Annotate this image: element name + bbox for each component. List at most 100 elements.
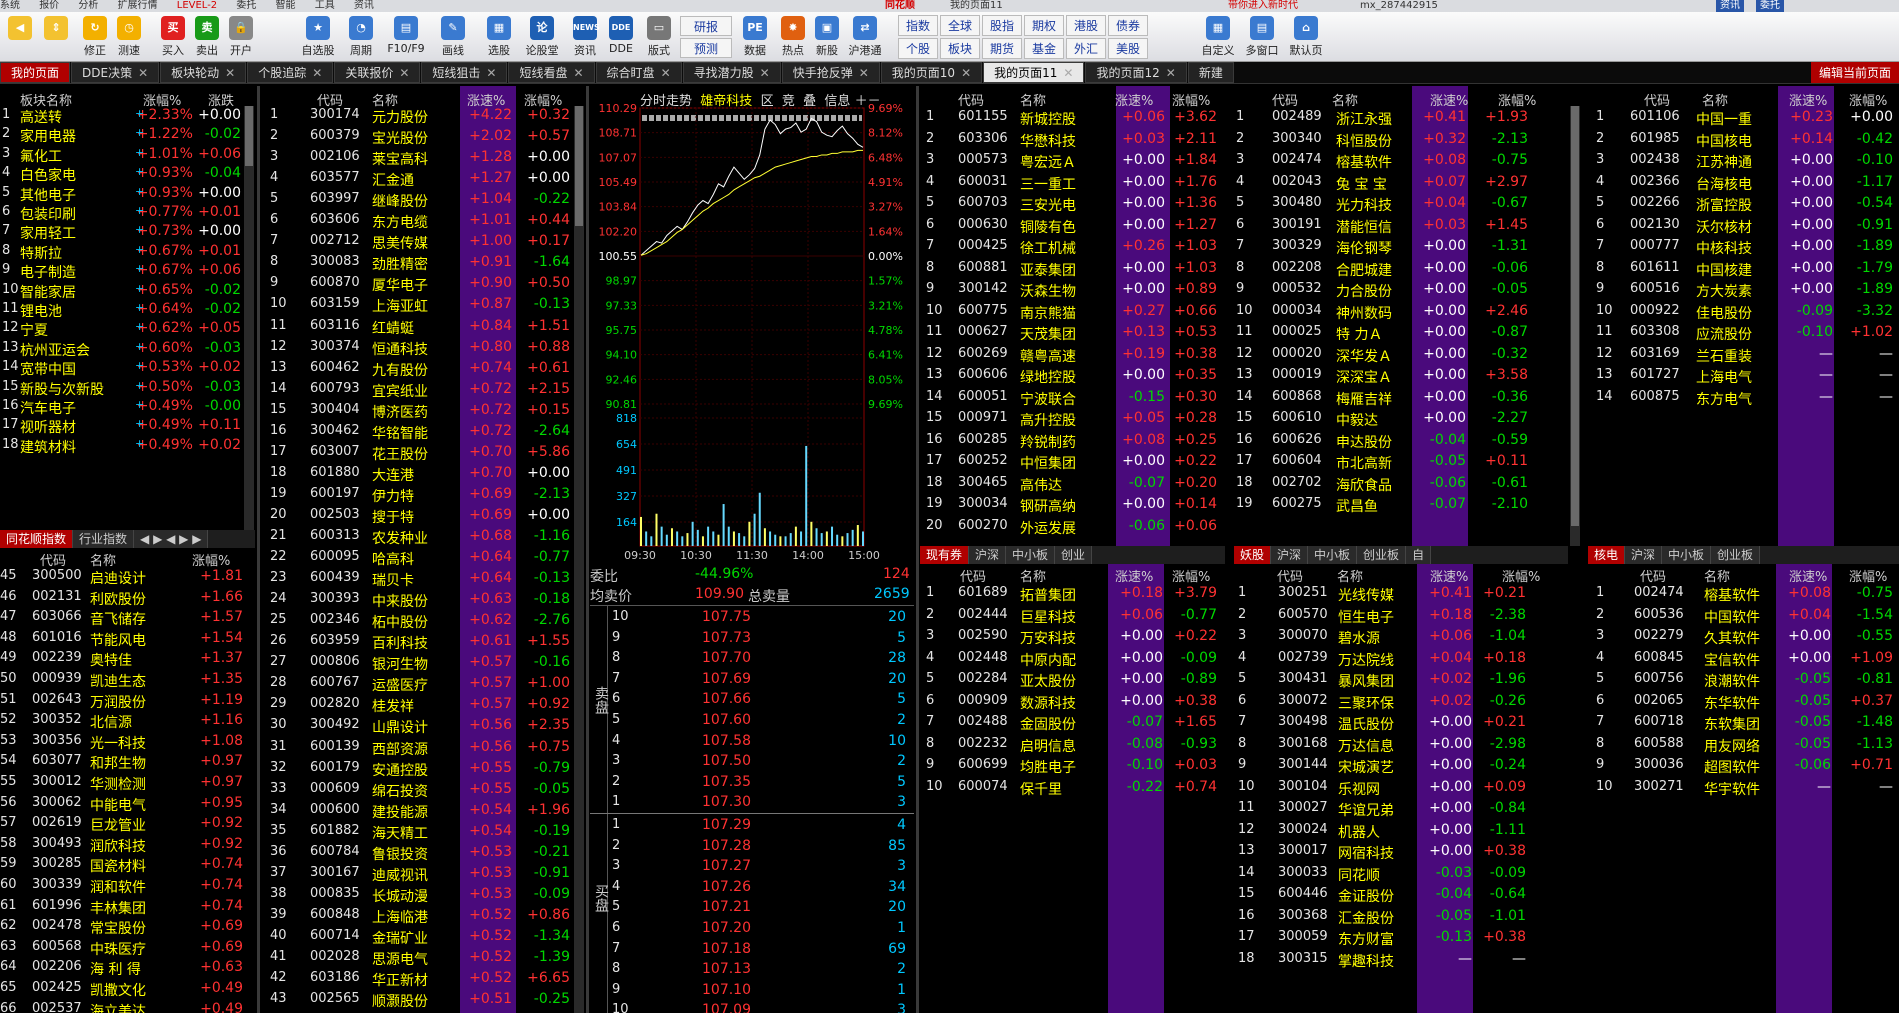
news-button[interactable]: NEWS 资讯 [568,14,602,60]
table-row[interactable]: 10 000034 神州数码 +0.00 +2.46 [1232,302,1568,323]
close-icon[interactable]: ✕ [1166,66,1176,80]
table-row[interactable]: 3 002106 莱宝高科 +1.28 +0.00 [262,148,580,169]
page-scroll-button[interactable]: ⇕ [40,14,72,60]
table-row[interactable]: 12 000020 深华发Ａ +0.00 -0.32 [1232,345,1568,366]
table-row[interactable]: 28 600767 运盛医疗 +0.57 +1.00 [262,674,580,695]
order-book-row[interactable]: 6 107.66 5 [610,690,910,711]
table-row[interactable]: 5 其他电子 +0.93% +0.00 + [0,184,255,205]
menu-item-7[interactable]: 工具 [315,0,335,12]
table-row[interactable]: 3 000573 粤宏远Ａ +0.00 +1.84 [920,151,1225,172]
edit-page-button[interactable]: 编辑当前页面 [1810,62,1899,83]
table-row[interactable]: 63 600568 中珠医疗 +0.69 [0,938,255,959]
quick-global[interactable]: 全球 [940,15,980,36]
table-row[interactable]: 54 603077 和邦生物 +0.97 [0,752,255,773]
col-speed[interactable]: 涨速% [1115,90,1153,109]
expand-icon[interactable]: + [135,320,144,333]
col-change-pct[interactable]: 涨幅% [1849,566,1887,585]
menu-item-6[interactable]: 智能 [276,0,296,12]
new-stock-button[interactable]: ▣ 新股 [810,14,844,60]
table-row[interactable]: 46 002131 利欧股份 +1.66 [0,588,255,609]
order-book-row[interactable]: 5 107.60 2 [610,711,910,732]
table-row[interactable]: 40 600714 金瑞矿业 +0.52 -1.34 [262,927,580,948]
table-row[interactable]: 14 600875 东方电气 — — [1584,388,1899,409]
col-name[interactable]: 名称 [1020,90,1046,109]
col-speed[interactable]: 涨速% [1789,90,1827,109]
table-row[interactable]: 8 002232 启明信息 -0.08 -0.93 [920,735,1225,756]
table-row[interactable]: 17 600252 中恒集团 +0.00 +0.22 [920,452,1225,473]
table-row[interactable]: 10 智能家居 +0.65% -0.02 + [0,281,255,302]
table-row[interactable]: 37 300167 迪威视讯 +0.53 -0.91 [262,864,580,885]
table-row[interactable]: 4 600031 三一重工 +0.00 +1.76 [920,173,1225,194]
table-row[interactable]: 1 300174 元力股份 +4.22 +0.32 [262,106,580,127]
table-row[interactable]: 1 601689 拓普集团 +0.18 +3.79 [920,584,1225,605]
table-row[interactable]: 12 300024 机器人 +0.00 -1.11 [1232,821,1582,842]
table-row[interactable]: 9 600516 方大炭素 +0.00 -1.89 [1584,280,1899,301]
table-row[interactable]: 11 000627 天茂集团 +0.13 +0.53 [920,323,1225,344]
table-row[interactable]: 9 电子制造 +0.67% +0.06 + [0,261,255,282]
table-row[interactable]: 16 300368 汇金股份 -0.05 -1.01 [1232,907,1582,928]
table-row[interactable]: 14 300033 同花顺 -0.03 -0.09 [1232,864,1582,885]
custom-button[interactable]: ▦ 自定义 [1198,14,1238,60]
table-row[interactable]: 7 000425 徐工机械 +0.26 +1.03 [920,237,1225,258]
table-row[interactable]: 15 000971 高升控股 +0.05 +0.28 [920,409,1225,430]
table-row[interactable]: 19 600275 武昌鱼 -0.07 -2.10 [1232,495,1568,516]
table-row[interactable]: 51 002643 万润股份 +1.19 [0,691,255,712]
tab-nuclear[interactable]: 核电 [1588,546,1626,564]
col-change-pct[interactable]: 涨幅% [1172,90,1210,109]
close-icon[interactable]: ✕ [661,66,671,80]
panel-divider[interactable] [916,86,919,1013]
table-row[interactable]: 52 300352 北信源 +1.16 [0,711,255,732]
table-row[interactable]: 20 002503 搜于特 +0.69 +0.00 [262,506,580,527]
expand-icon[interactable]: + [135,359,144,372]
tab-shsz[interactable]: 沪深 [969,546,1007,564]
back-button[interactable]: ◀ [4,14,36,60]
table-row[interactable]: 41 002028 思源电气 +0.52 -1.39 [262,948,580,969]
quick-us[interactable]: 美股 [1108,38,1148,59]
table-row[interactable]: 10 300104 乐视网 +0.00 +0.09 [1232,778,1582,799]
table-row[interactable]: 11 300027 华谊兄弟 +0.00 -0.84 [1232,799,1582,820]
col-code[interactable]: 代码 [1640,566,1666,585]
order-book-row[interactable]: 3 107.50 2 [610,752,910,773]
sector-scrollbar[interactable] [244,106,254,530]
table-row[interactable]: 4 002043 兔 宝 宝 +0.07 +2.97 [1232,173,1568,194]
table-row[interactable]: 58 300493 润欣科技 +0.92 [0,835,255,856]
scroll-thumb[interactable] [575,106,583,226]
table-row[interactable]: 8 002208 合肥城建 +0.00 -0.06 [1232,259,1568,280]
table-row[interactable]: 5 603997 继峰股份 +1.04 -0.22 [262,190,580,211]
table-row[interactable]: 3 300070 碧水源 +0.06 -1.04 [1232,627,1582,648]
table-row[interactable]: 3 002590 万安科技 +0.00 +0.22 [920,627,1225,648]
order-book-row[interactable]: 5 107.21 20 [610,898,910,919]
table-row[interactable]: 18 601880 大连港 +0.70 +0.00 [262,464,580,485]
table-row[interactable]: 7 家用轻工 +0.73% +0.00 + [0,222,255,243]
draw-line-button[interactable]: ✎ 画线 [436,14,470,60]
table-row[interactable]: 8 300083 劲胜精密 +0.91 -1.64 [262,253,580,274]
close-icon[interactable]: ✕ [312,66,322,80]
table-row[interactable]: 3 氟化工 +1.01% +0.06 + [0,145,255,166]
table-row[interactable]: 14 600868 梅雁吉祥 +0.00 -0.36 [1232,388,1568,409]
tab-page12[interactable]: 我的页面12 ✕ [1085,62,1187,83]
table-row[interactable]: 3 002474 榕基软件 +0.08 -0.75 [1232,151,1568,172]
close-icon[interactable]: ✕ [961,66,971,80]
table-row[interactable]: 12 宁夏 +0.62% +0.05 + [0,319,255,340]
order-book-row[interactable]: 4 107.58 10 [610,732,910,753]
table-row[interactable]: 55 300012 华测检测 +0.97 [0,773,255,794]
table-row[interactable]: 10 300271 华宇软件 — — [1584,778,1899,799]
table-row[interactable]: 2 603306 华懋科技 +0.03 +2.11 [920,130,1225,151]
table-row[interactable]: 1 601155 新城控股 +0.06 +3.62 [920,108,1225,129]
quick-index[interactable]: 指数 [898,15,938,36]
table-row[interactable]: 23 600439 瑞贝卡 +0.64 -0.13 [262,569,580,590]
expand-icon[interactable]: + [135,379,144,392]
scroll-thumb[interactable] [1571,106,1579,526]
close-icon[interactable]: ✕ [138,66,148,80]
tab-shsz[interactable]: 沪深 [1271,546,1309,564]
stock-select-button[interactable]: ▦ 选股 [482,14,516,60]
table-row[interactable]: 2 600379 宝光股份 +2.02 +0.57 [262,127,580,148]
table-row[interactable]: 6 002130 沃尔核材 +0.00 -0.91 [1584,216,1899,237]
expand-icon[interactable]: + [135,398,144,411]
table-row[interactable]: 65 002425 凯撒文化 +0.49 [0,979,255,1000]
tab-related-quote[interactable]: 关联报价 ✕ [334,62,421,83]
table-row[interactable]: 7 300498 温氏股份 +0.00 +0.21 [1232,713,1582,734]
subtab-industry-index[interactable]: 行业指数 [73,530,135,548]
multi-window-button[interactable]: ▤ 多窗口 [1242,14,1282,60]
table-row[interactable]: 11 000025 特 力Ａ +0.00 -0.87 [1232,323,1568,344]
